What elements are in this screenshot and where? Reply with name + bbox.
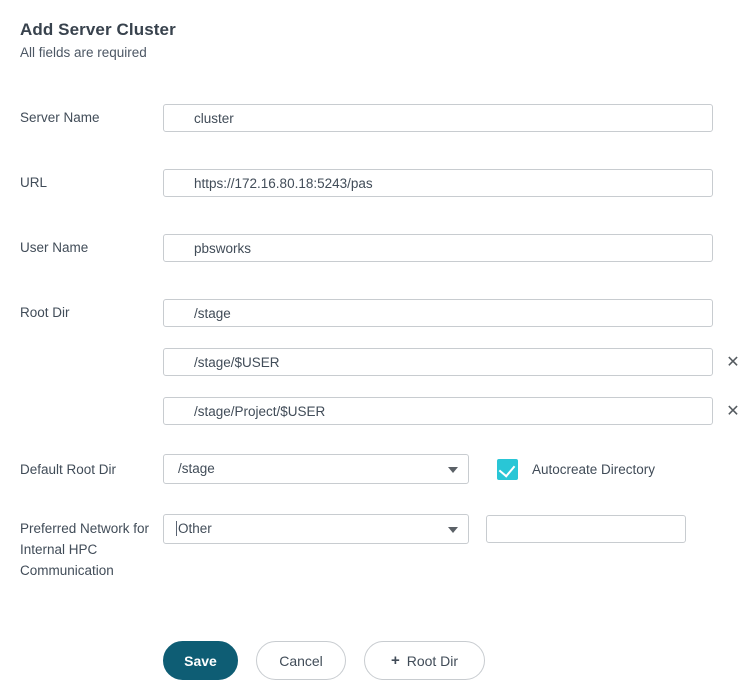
default-root-dir-selected-value: /stage: [178, 461, 215, 476]
autocreate-directory-group: Autocreate Directory: [497, 454, 655, 484]
label-preferred-network: Preferred Network for Internal HPC Commu…: [20, 521, 150, 578]
save-button[interactable]: Save: [163, 641, 238, 680]
server-name-input[interactable]: [163, 104, 713, 132]
default-root-dir-select[interactable]: /stage: [163, 454, 469, 484]
label-server-name: Server Name: [20, 110, 100, 125]
plus-icon: +: [390, 652, 400, 669]
close-icon-root-dir-1[interactable]: ✕: [724, 351, 742, 373]
chevron-down-icon-preferred-network: [448, 527, 458, 533]
root-dir-input-0[interactable]: [163, 299, 713, 327]
label-default-root-dir: Default Root Dir: [20, 462, 117, 477]
cancel-button[interactable]: Cancel: [256, 641, 346, 680]
user-name-input[interactable]: [163, 234, 713, 262]
preferred-network-select-wrap: Other: [163, 514, 469, 544]
close-icon-root-dir-2[interactable]: ✕: [724, 400, 742, 422]
preferred-network-select[interactable]: Other: [163, 514, 469, 544]
form-header: Add Server Cluster All fields are requir…: [20, 20, 176, 62]
preferred-network-custom-input[interactable]: [486, 515, 686, 543]
label-url: URL: [20, 175, 48, 190]
default-root-dir-select-wrap: /stage: [163, 454, 469, 484]
label-root-dir: Root Dir: [20, 305, 70, 320]
autocreate-directory-checkbox[interactable]: [497, 458, 518, 480]
autocreate-directory-label: Autocreate Directory: [532, 461, 656, 477]
add-root-dir-label: Root Dir: [406, 652, 459, 669]
form-subtitle: All fields are required: [20, 45, 147, 60]
add-root-dir-button[interactable]: + Root Dir: [364, 641, 485, 680]
label-user-name: User Name: [20, 240, 89, 255]
url-input[interactable]: [163, 169, 713, 197]
root-dir-input-2[interactable]: [163, 397, 713, 425]
preferred-network-selected-value: Other: [176, 521, 212, 536]
check-icon: [498, 459, 516, 478]
root-dir-input-1[interactable]: [163, 348, 713, 376]
form-actions: Save Cancel + Root Dir: [163, 641, 485, 680]
page-title: Add Server Cluster: [20, 20, 176, 39]
chevron-down-icon-default-root-dir: [448, 467, 458, 473]
